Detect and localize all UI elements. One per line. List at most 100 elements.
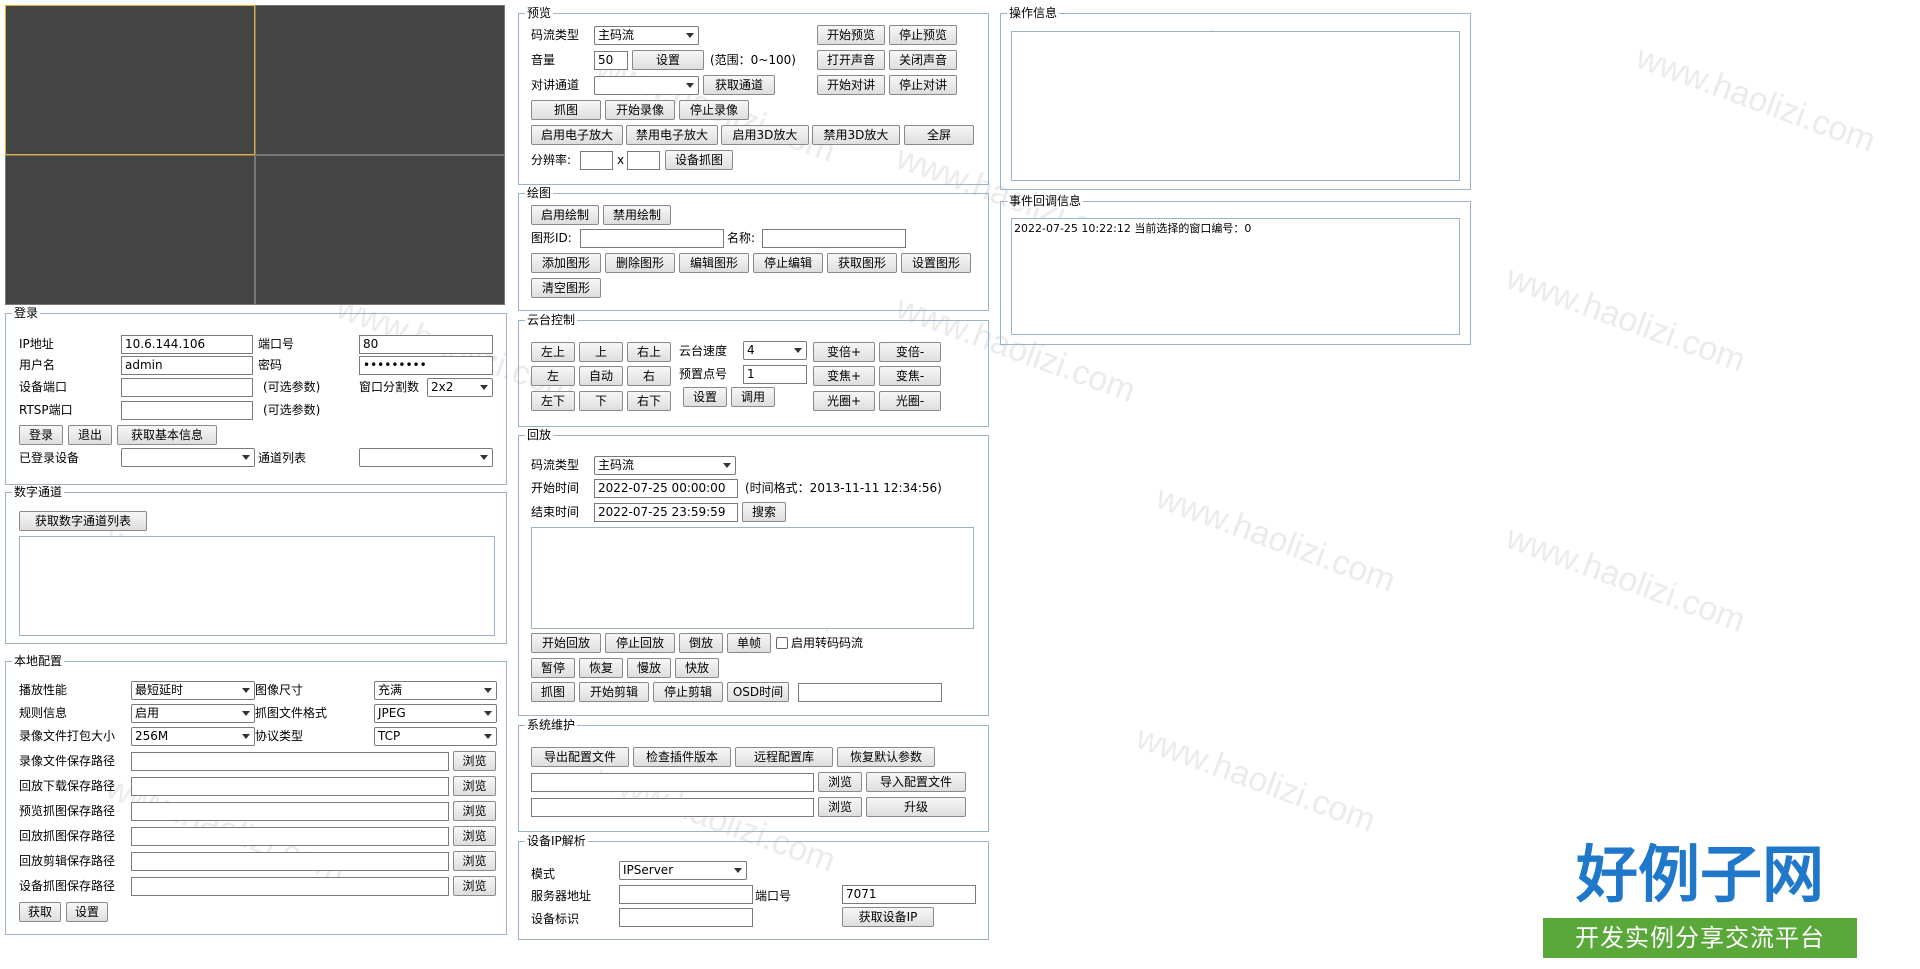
get-digital-channel-list-button[interactable]: 获取数字通道列表	[19, 511, 147, 531]
download-path-browse-button[interactable]: 浏览	[453, 776, 496, 796]
start-record-button[interactable]: 开始录像	[605, 100, 675, 120]
upgrade-file-input[interactable]	[531, 798, 814, 817]
import-browse-button[interactable]: 浏览	[818, 772, 862, 792]
playback-clip-path-input[interactable]	[131, 852, 449, 871]
fast-button[interactable]: 快放	[675, 658, 719, 678]
playback-capture-browse-button[interactable]: 浏览	[453, 826, 496, 846]
zoom-out-button[interactable]: 变倍-	[879, 342, 941, 362]
reverse-playback-button[interactable]: 倒放	[679, 633, 723, 653]
ptz-down-left-button[interactable]: 左下	[531, 391, 575, 411]
export-config-button[interactable]: 导出配置文件	[531, 747, 629, 767]
device-id-input[interactable]	[619, 908, 753, 927]
server-port-input[interactable]: 7071	[842, 885, 976, 904]
playback-file-list[interactable]	[531, 527, 974, 629]
resume-button[interactable]: 恢复	[579, 658, 623, 678]
volume-set-button[interactable]: 设置	[632, 50, 704, 70]
device-capture-path-input[interactable]	[131, 877, 449, 896]
device-capture-browse-button[interactable]: 浏览	[453, 876, 496, 896]
delete-shape-button[interactable]: 删除图形	[605, 253, 675, 273]
rule-info-select[interactable]: 启用	[131, 704, 255, 723]
video-pane-4[interactable]	[255, 155, 505, 305]
upgrade-browse-button[interactable]: 浏览	[818, 797, 862, 817]
talk-channel-select[interactable]	[594, 76, 699, 95]
enable-draw-button[interactable]: 启用绘制	[531, 205, 599, 225]
upgrade-button[interactable]: 升级	[866, 797, 966, 817]
event-callback-log[interactable]: 2022-07-25 10:22:12 当前选择的窗口编号：0	[1011, 218, 1460, 335]
video-pane-3[interactable]	[5, 155, 255, 305]
single-frame-button[interactable]: 单帧	[727, 633, 771, 653]
login-button[interactable]: 登录	[19, 425, 63, 445]
ptz-left-button[interactable]: 左	[531, 366, 575, 386]
rtsp-port-input[interactable]	[121, 401, 253, 420]
close-sound-button[interactable]: 关闭声音	[889, 50, 957, 70]
stop-preview-button[interactable]: 停止预览	[889, 25, 957, 45]
device-port-input[interactable]	[121, 378, 253, 397]
stop-clip-button[interactable]: 停止剪辑	[653, 682, 723, 702]
preset-call-button[interactable]: 调用	[731, 387, 775, 407]
ptz-up-button[interactable]: 上	[579, 342, 623, 362]
get-device-ip-button[interactable]: 获取设备IP	[842, 907, 934, 927]
preview-capture-browse-button[interactable]: 浏览	[453, 801, 496, 821]
preset-input[interactable]: 1	[743, 365, 807, 384]
enable-3d-zoom-button[interactable]: 启用3D放大	[721, 125, 809, 145]
check-plugin-version-button[interactable]: 检查插件版本	[633, 747, 731, 767]
record-path-input[interactable]	[131, 752, 449, 771]
get-shape-button[interactable]: 获取图形	[827, 253, 897, 273]
ptz-up-left-button[interactable]: 左上	[531, 342, 575, 362]
video-pane-2[interactable]	[255, 5, 505, 155]
iris-out-button[interactable]: 光圈-	[879, 391, 941, 411]
playback-clip-browse-button[interactable]: 浏览	[453, 851, 496, 871]
image-size-select[interactable]: 充满	[374, 681, 497, 700]
operation-info-log[interactable]	[1011, 31, 1460, 181]
fullscreen-button[interactable]: 全屏	[904, 125, 974, 145]
edit-shape-button[interactable]: 编辑图形	[679, 253, 749, 273]
volume-input[interactable]: 50	[594, 51, 628, 70]
ptz-right-button[interactable]: 右	[627, 366, 671, 386]
record-pack-size-select[interactable]: 256M	[131, 727, 255, 746]
stop-talk-button[interactable]: 停止对讲	[889, 75, 957, 95]
server-address-input[interactable]	[619, 885, 753, 904]
disable-ezoom-button[interactable]: 禁用电子放大	[626, 125, 718, 145]
ptz-speed-select[interactable]: 4	[743, 341, 807, 360]
ptz-down-right-button[interactable]: 右下	[627, 391, 671, 411]
video-window-grid[interactable]	[5, 5, 505, 305]
stop-record-button[interactable]: 停止录像	[679, 100, 749, 120]
get-channel-button[interactable]: 获取通道	[703, 75, 775, 95]
end-time-input[interactable]: 2022-07-25 23:59:59	[594, 503, 738, 522]
channel-list-select[interactable]	[359, 448, 493, 467]
mode-select[interactable]: IPServer	[619, 861, 747, 880]
enable-ezoom-button[interactable]: 启用电子放大	[531, 125, 623, 145]
pause-button[interactable]: 暂停	[531, 658, 575, 678]
clear-shape-button[interactable]: 清空图形	[531, 278, 601, 298]
focus-out-button[interactable]: 变焦-	[879, 366, 941, 386]
playback-stream-select[interactable]: 主码流	[594, 456, 736, 475]
set-config-button[interactable]: 设置	[66, 902, 108, 922]
iris-in-button[interactable]: 光圈+	[813, 391, 875, 411]
remote-config-button[interactable]: 远程配置库	[735, 747, 833, 767]
preview-capture-path-input[interactable]	[131, 802, 449, 821]
stream-type-select[interactable]: 主码流	[594, 26, 699, 45]
protocol-type-select[interactable]: TCP	[374, 727, 497, 746]
shape-name-input[interactable]	[762, 229, 906, 248]
playback-capture-button[interactable]: 抓图	[531, 682, 575, 702]
start-preview-button[interactable]: 开始预览	[817, 25, 885, 45]
ptz-up-right-button[interactable]: 右上	[627, 342, 671, 362]
device-capture-button[interactable]: 设备抓图	[665, 150, 733, 170]
start-time-input[interactable]: 2022-07-25 00:00:00	[594, 479, 738, 498]
osd-time-button[interactable]: OSD时间	[727, 682, 789, 702]
port-input[interactable]: 80	[359, 335, 493, 354]
get-config-button[interactable]: 获取	[19, 902, 61, 922]
start-talk-button[interactable]: 开始对讲	[817, 75, 885, 95]
logout-button[interactable]: 退出	[68, 425, 112, 445]
record-path-browse-button[interactable]: 浏览	[453, 751, 496, 771]
resolution-height-input[interactable]	[627, 151, 660, 170]
restore-defaults-button[interactable]: 恢复默认参数	[837, 747, 935, 767]
video-pane-1[interactable]	[5, 5, 255, 155]
import-config-button[interactable]: 导入配置文件	[866, 772, 966, 792]
import-file-input[interactable]	[531, 773, 814, 792]
logged-device-select[interactable]	[121, 448, 255, 467]
capture-button[interactable]: 抓图	[531, 100, 601, 120]
play-performance-select[interactable]: 最短延时	[131, 681, 255, 700]
search-button[interactable]: 搜索	[742, 502, 786, 522]
digital-channel-list[interactable]	[19, 536, 495, 636]
